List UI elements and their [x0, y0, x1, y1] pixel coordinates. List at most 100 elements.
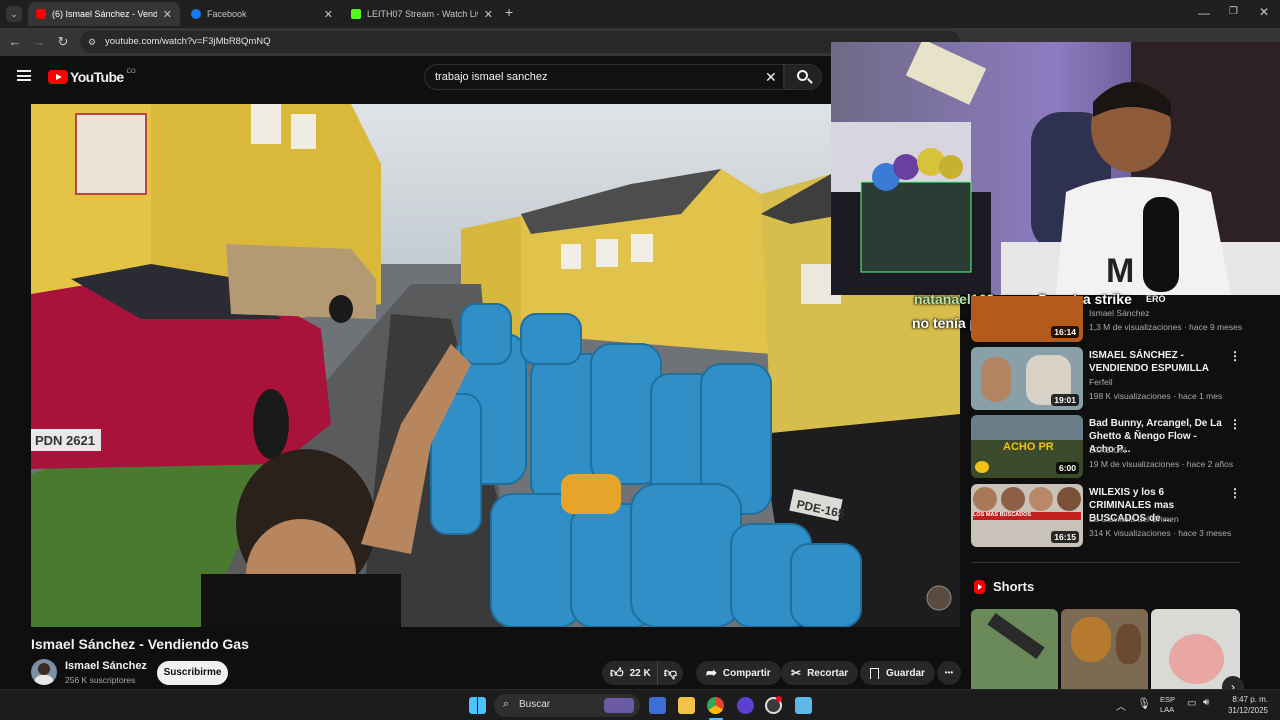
more-dots-icon: ••• — [944, 668, 954, 677]
recommended-video[interactable]: ACHO PR 6:00 Bad Bunny, Arcangel, De La … — [971, 415, 1241, 479]
windows-taskbar: ⌕ Buscar ︿ 🎙︎ ESP LAA ▭ 🔊︎ 8:47 p. m. 31… — [0, 689, 1280, 720]
more-options-icon[interactable]: ⋮ — [1229, 487, 1241, 499]
kick-favicon-icon — [351, 9, 361, 19]
clear-search-icon[interactable]: ✕ — [765, 65, 777, 89]
more-options-icon[interactable]: ⋮ — [1229, 418, 1241, 430]
video-meta: 19 M de visualizaciones · hace 2 años — [1089, 459, 1234, 469]
sidebar-divider — [971, 562, 1241, 563]
lang-code: ESP — [1160, 695, 1176, 704]
restore-button[interactable]: ❐ — [1229, 6, 1238, 17]
site-info-icon[interactable]: ⚙ — [88, 31, 96, 53]
license-plate-left: PDN 2621 — [35, 433, 95, 448]
network-icon[interactable]: ▭ — [1187, 698, 1196, 709]
close-window-button[interactable]: ✕ — [1259, 5, 1269, 19]
tab-facebook[interactable]: Facebook ✕ — [183, 2, 341, 26]
save-button[interactable]: Guardar — [860, 661, 935, 685]
video-title: Ismael Sánchez - Vendiendo Gas — [31, 636, 249, 652]
volume-icon[interactable]: 🔊︎ — [1203, 697, 1209, 708]
taskbar-search-placeholder: Buscar — [519, 699, 551, 710]
tab-list-chevron-icon[interactable]: ⌄ — [6, 6, 22, 22]
clock[interactable]: 8:47 p. m. 31/12/2025 — [1222, 694, 1268, 716]
channel-avatar[interactable] — [31, 659, 57, 685]
clock-time: 8:47 p. m. — [1232, 695, 1268, 704]
close-tab-icon[interactable]: ✕ — [324, 8, 333, 21]
browser-tab-bar: ⌄ (6) Ismael Sánchez - Vendiendo ✕ Faceb… — [0, 0, 1280, 28]
like-dislike-group: 👍︎ 22 K 👎︎ — [602, 661, 683, 685]
short-thumbnail[interactable] — [971, 609, 1058, 689]
svg-text:M: M — [1106, 252, 1134, 290]
search-input[interactable]: trabajo ismael sanchez ✕ — [424, 64, 784, 90]
video-channel[interactable]: STACION — [1089, 445, 1126, 455]
language-indicator[interactable]: ESP LAA — [1160, 695, 1175, 715]
video-duration: 19:01 — [1051, 394, 1079, 406]
notepad-icon[interactable] — [795, 697, 812, 714]
video-duration: 6:00 — [1055, 462, 1079, 474]
forward-arrow-icon[interactable]: → — [31, 34, 47, 50]
show-hidden-icons-chevron[interactable]: ︿ — [1116, 698, 1126, 713]
video-thumbnail[interactable]: 19:01 — [971, 347, 1083, 410]
thumbs-up-icon: 👍︎ — [610, 665, 624, 680]
microphone-icon[interactable]: 🎙︎ — [1137, 697, 1151, 710]
taskbar-search-box[interactable]: ⌕ Buscar — [494, 694, 640, 717]
tab-youtube[interactable]: (6) Ismael Sánchez - Vendiendo ✕ — [28, 2, 180, 26]
recommended-video[interactable]: 16:14 Ismael Sánchez 1,3 M de visualizac… — [971, 296, 1243, 344]
lang-layout: LAA — [1160, 705, 1175, 714]
video-channel[interactable]: Ferfell — [1089, 377, 1113, 387]
share-button[interactable]: ➦ Compartir — [696, 661, 781, 685]
recommended-video[interactable]: LOS MAS BUSCADOS 16:15 WILEXIS y los 6 C… — [971, 484, 1241, 548]
new-tab-button[interactable]: + — [505, 4, 513, 20]
shorts-header: Shorts — [974, 579, 1034, 594]
youtube-logo[interactable]: YouTube CO — [48, 69, 136, 85]
video-meta: 1,3 M de visualizaciones · hace 9 meses — [1089, 322, 1243, 332]
file-explorer-icon[interactable] — [678, 697, 695, 714]
close-tab-icon[interactable]: ✕ — [163, 8, 172, 21]
webcam-frame: M — [831, 42, 1280, 295]
recommended-video[interactable]: 19:01 ISMAEL SÁNCHEZ - VENDIENDO ESPUMIL… — [971, 347, 1241, 411]
share-label: Compartir — [722, 667, 771, 679]
like-button[interactable]: 👍︎ 22 K — [602, 661, 658, 685]
video-watermark-avatar[interactable] — [926, 585, 952, 611]
shorts-logo-icon — [974, 579, 985, 594]
video-thumbnail[interactable]: LOS MAS BUSCADOS 16:15 — [971, 484, 1083, 547]
tab-title: Facebook — [207, 9, 247, 19]
youtube-logo-text: YouTube — [70, 69, 124, 85]
search-icon: ⌕ — [503, 698, 510, 710]
close-tab-icon[interactable]: ✕ — [484, 8, 493, 21]
country-code: CO — [126, 69, 136, 75]
url-text: youtube.com/watch?v=F3jMbR8QmNQ — [105, 36, 271, 47]
dislike-button[interactable]: 👎︎ — [658, 661, 683, 685]
bookmark-icon — [870, 667, 879, 679]
more-options-icon[interactable]: ⋮ — [1229, 350, 1241, 362]
subscribe-button[interactable]: Suscribirme — [157, 661, 228, 685]
short-thumbnail[interactable] — [1061, 609, 1148, 689]
address-bar[interactable]: ⚙ youtube.com/watch?v=F3jMbR8QmNQ — [80, 31, 960, 53]
chrome-icon[interactable] — [707, 697, 724, 714]
subscriber-count: 256 K suscriptores — [65, 675, 136, 685]
save-label: Guardar — [886, 667, 925, 679]
tab-kick[interactable]: LEITH07 Stream - Watch Live o ✕ — [343, 2, 501, 26]
thumbnail-caption: ACHO PR — [1003, 441, 1054, 453]
video-frame: PDN 2621 PDE-165 — [31, 104, 960, 627]
video-thumbnail[interactable]: 16:14 — [971, 296, 1083, 342]
app-icon-purple[interactable] — [737, 697, 754, 714]
windows-start-icon[interactable] — [469, 697, 486, 714]
channel-name[interactable]: Ismael Sánchez — [65, 660, 147, 672]
widgets-icon[interactable] — [649, 697, 666, 714]
search-button[interactable] — [784, 64, 822, 90]
thumbnail-caption: LOS MAS BUSCADOS — [973, 512, 1081, 520]
video-title[interactable]: ISMAEL SÁNCHEZ - VENDIENDO ESPUMILLA — [1089, 349, 1224, 375]
clip-label: Recortar — [807, 667, 849, 679]
reload-icon[interactable]: ↻ — [55, 34, 71, 50]
video-channel[interactable]: Ismael Sánchez — [1089, 308, 1149, 318]
minimize-button[interactable]: — — [1198, 6, 1210, 20]
video-channel[interactable]: La Clavicula del Crimen — [1089, 514, 1179, 524]
hamburger-menu-icon[interactable] — [17, 70, 31, 81]
like-count: 22 K — [629, 667, 651, 679]
back-arrow-icon[interactable]: ← — [7, 34, 23, 50]
thumbs-down-icon: 👎︎ — [663, 665, 678, 680]
video-meta: 198 K visualizaciones · hace 1 mes — [1089, 391, 1223, 401]
more-actions-button[interactable]: ••• — [937, 661, 961, 685]
clip-button[interactable]: ✂ Recortar — [781, 661, 859, 685]
video-thumbnail[interactable]: ACHO PR 6:00 — [971, 415, 1083, 478]
video-player[interactable]: PDN 2621 PDE-165 — [31, 104, 960, 627]
